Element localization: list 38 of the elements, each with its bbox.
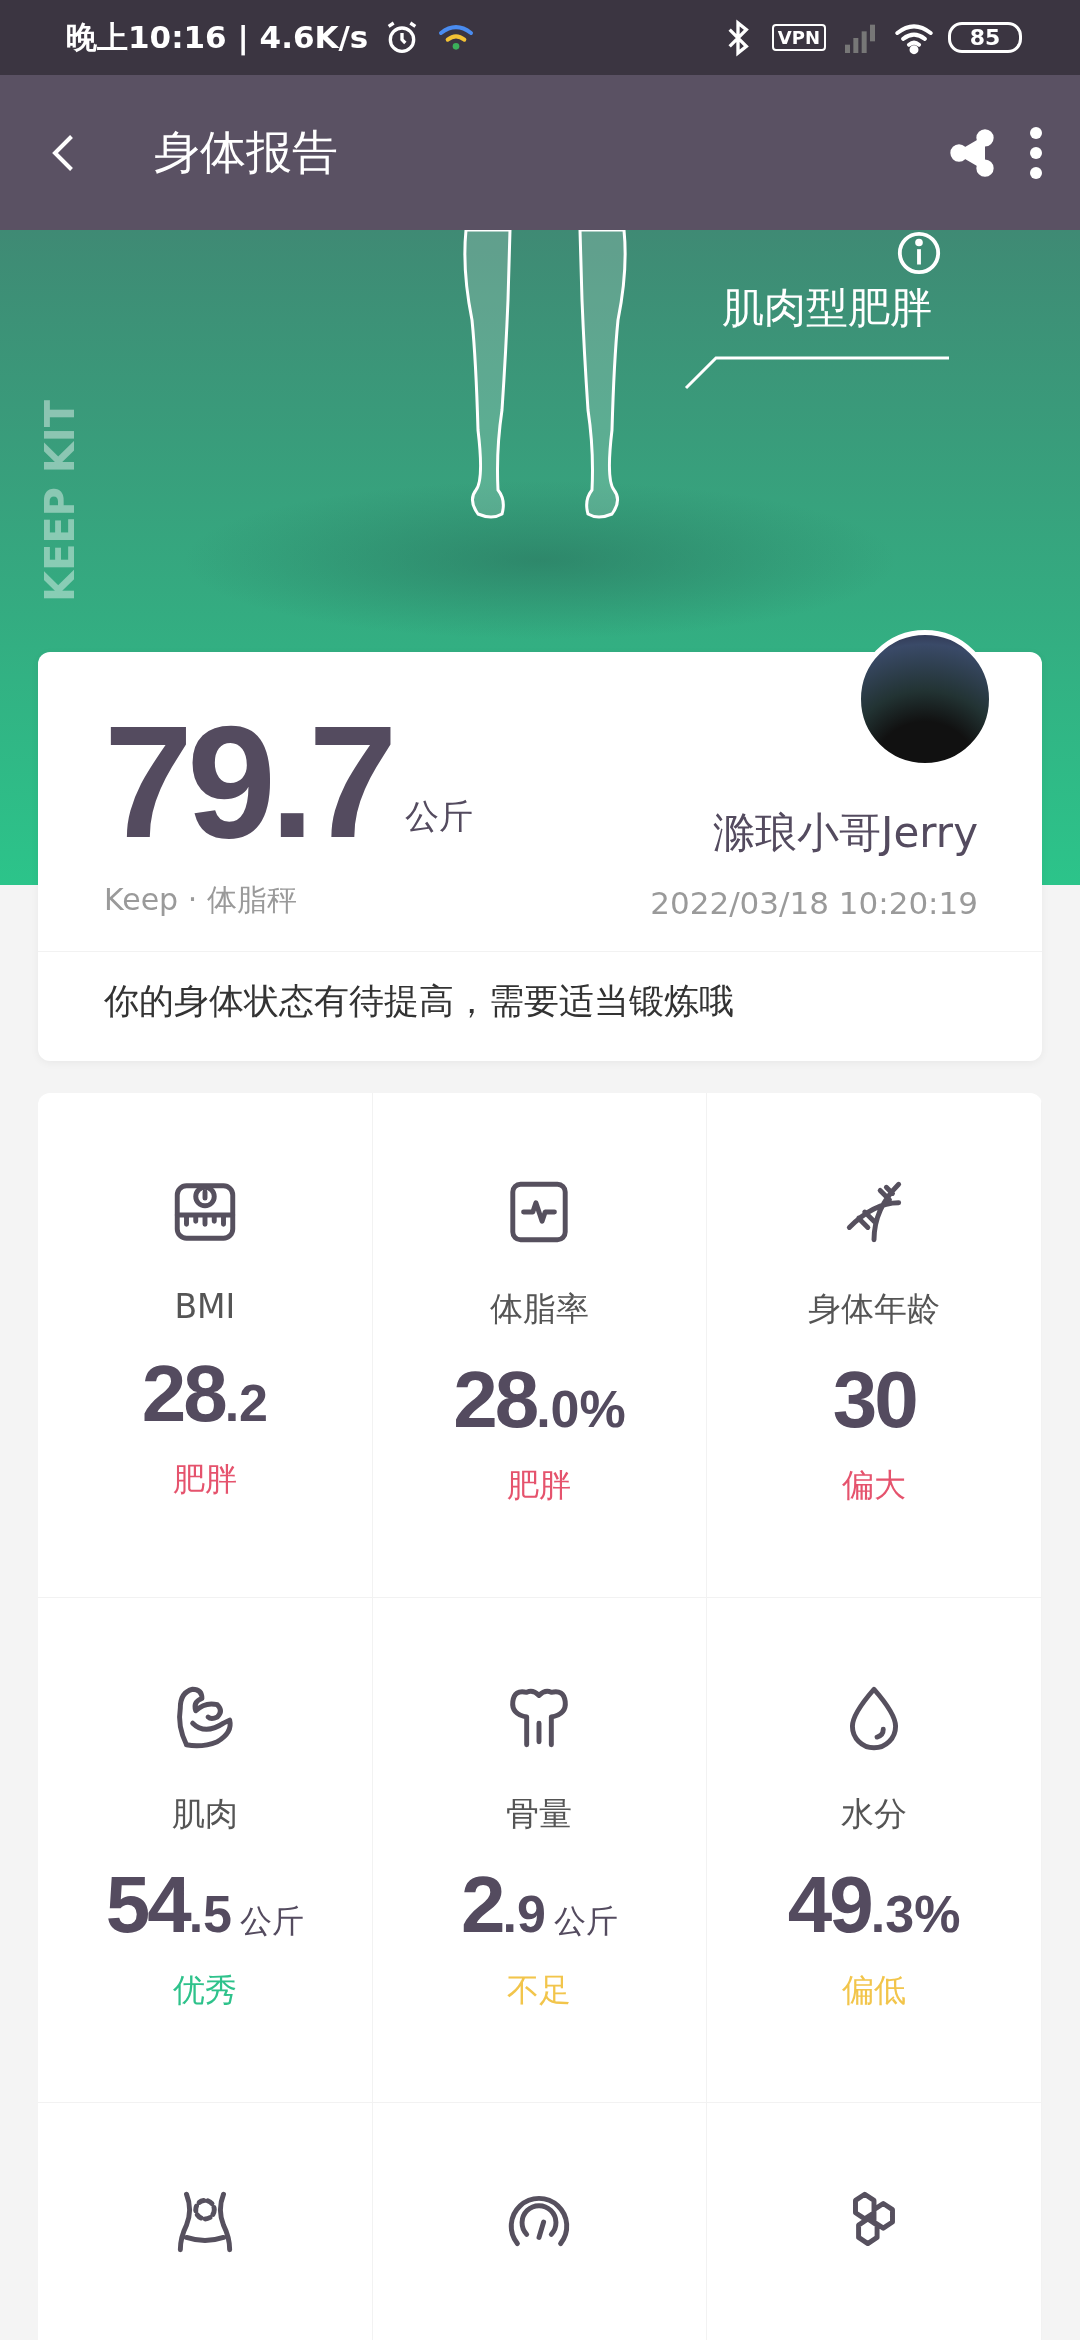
weight-unit: 公斤: [405, 795, 474, 838]
metric-value: 28.0%: [453, 1354, 626, 1446]
weight-value: 79.7: [104, 702, 392, 862]
metric-label: 体脂率: [490, 1288, 589, 1330]
status-time: 晚上10:16 | 4.6K/s: [66, 17, 369, 58]
metric-status: 肥胖: [172, 1459, 237, 1500]
metric-value: 28.2: [141, 1348, 268, 1440]
more-icon: [1030, 126, 1042, 179]
measure-time: 2022/03/18 10:20:19: [650, 885, 978, 921]
metric-label: 肌肉: [171, 1793, 238, 1835]
battery-indicator: 85: [948, 22, 1022, 53]
body-type-label: 肌肉型肥胖: [722, 282, 932, 334]
advice-text: 你的身体状态有待提高，需要适当锻炼哦: [38, 951, 1042, 1061]
metric-tile[interactable]: 骨量 2.9 公斤 不足: [372, 1598, 708, 2103]
metric-tile[interactable]: 身体年龄 30 偏大: [707, 1093, 1042, 1598]
metric-status: 优秀: [172, 1970, 237, 2011]
metric-status: 偏大: [842, 1465, 907, 1506]
metric-value: 2.9 公斤: [461, 1859, 618, 1951]
brand-side-text: KEEP KIT: [40, 400, 80, 603]
device-source: Keep · 体脂秤: [104, 881, 298, 919]
metric-tile[interactable]: 体脂率 28.0% 肥胖: [372, 1093, 708, 1598]
metric-label: 水分: [841, 1793, 908, 1835]
user-name: 滁琅小哥Jerry: [713, 807, 978, 859]
metric-value: 54.5 公斤: [105, 1859, 304, 1951]
metric-label: 身体年龄: [808, 1288, 941, 1330]
metric-status: 肥胖: [507, 1465, 572, 1506]
metric-tile[interactable]: BMI 28.2 肥胖: [38, 1093, 373, 1598]
vpn-badge: VPN: [771, 24, 826, 51]
metric-tile[interactable]: 肌肉 54.5 公斤 优秀: [38, 1598, 373, 2103]
info-icon[interactable]: [896, 230, 942, 276]
metric-tile[interactable]: 水分 49.3% 偏低: [707, 1598, 1042, 2103]
metric-value: 49.3%: [787, 1859, 961, 1951]
metric-status: 不足: [507, 1970, 572, 2011]
metric-label: 骨量: [506, 1793, 573, 1835]
page-title: 身体报告: [154, 123, 338, 181]
metric-value: 30: [832, 1354, 916, 1446]
metric-label: BMI: [174, 1287, 236, 1326]
metric-status: 偏低: [842, 1970, 907, 2011]
